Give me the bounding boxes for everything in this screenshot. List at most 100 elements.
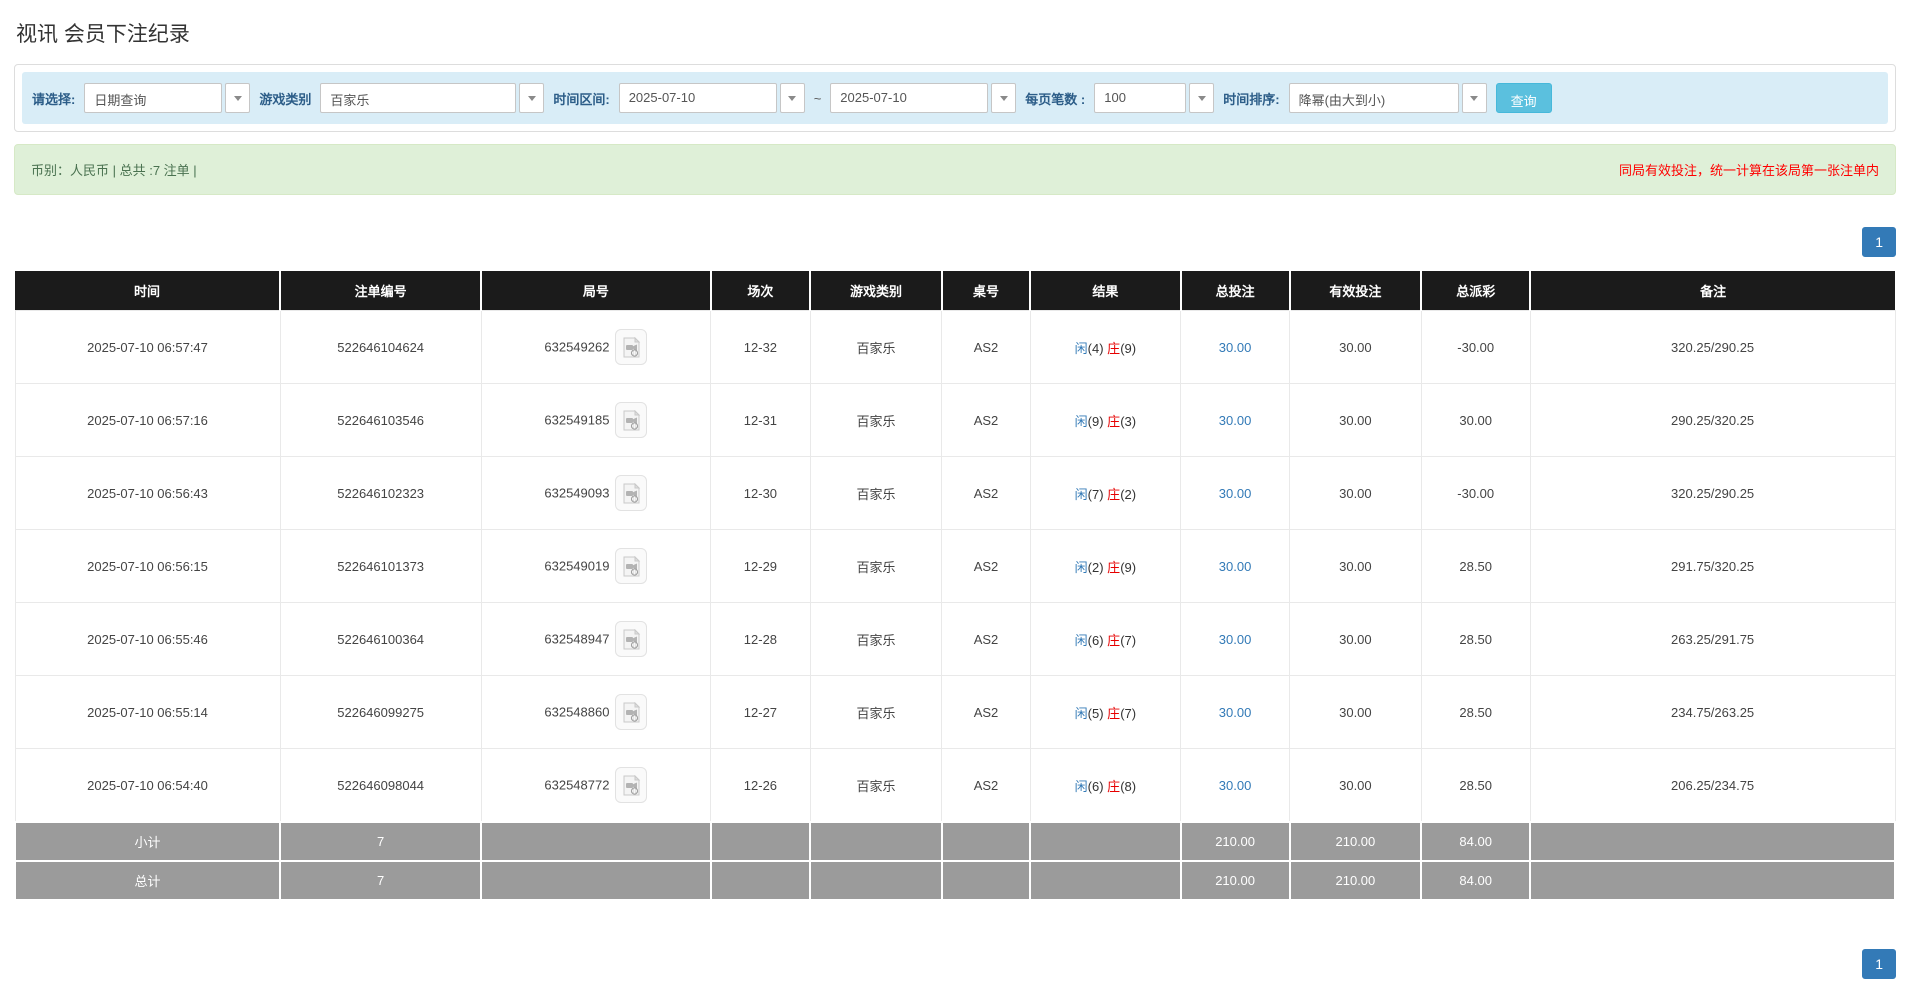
cell-game-type: 百家乐 (810, 749, 942, 823)
records-table: 时间注单编号局号场次游戏类别桌号结果总投注有效投注总派彩备注 2025-07-1… (14, 271, 1896, 901)
column-header-8: 有效投注 (1290, 271, 1422, 311)
video-replay-button[interactable] (615, 548, 647, 584)
video-replay-button[interactable] (615, 402, 647, 438)
result-player-label: 闲 (1075, 560, 1088, 575)
result-banker-value: (3) (1120, 414, 1136, 429)
cell-time: 2025-07-10 06:57:16 (15, 384, 280, 457)
search-button[interactable]: 查询 (1496, 83, 1552, 113)
date-from-value[interactable]: 2025-07-10 (619, 83, 777, 113)
table-row: 2025-07-10 06:55:46522646100364632548947… (15, 603, 1895, 676)
result-player-value: (5) (1088, 706, 1104, 721)
cell-result: 闲(4) 庄(9) (1030, 311, 1180, 384)
video-replay-button[interactable] (615, 621, 647, 657)
cell-payout: 28.50 (1421, 749, 1530, 823)
table-row: 2025-07-10 06:54:40522646098044632548772… (15, 749, 1895, 823)
game-type-select[interactable]: 百家乐 (320, 83, 544, 113)
cell-round: 632548947 (481, 603, 710, 676)
result-player-label: 闲 (1075, 341, 1088, 356)
subtotal-row-valid-bet: 210.00 (1290, 822, 1422, 861)
sort-order-value[interactable]: 降幂(由大到小) (1289, 83, 1459, 113)
column-header-10: 备注 (1530, 271, 1895, 311)
result-player-value: (7) (1088, 487, 1104, 502)
chevron-down-icon[interactable] (225, 83, 250, 113)
video-replay-button[interactable] (615, 475, 647, 511)
column-header-5: 桌号 (942, 271, 1030, 311)
column-header-1: 注单编号 (280, 271, 481, 311)
video-record-icon (622, 337, 641, 358)
cell-bet-id: 522646104624 (280, 311, 481, 384)
cell-game-type: 百家乐 (810, 311, 942, 384)
cell-payout: 28.50 (1421, 603, 1530, 676)
total-bet-link[interactable]: 30.00 (1219, 340, 1252, 355)
cell-valid-bet: 30.00 (1290, 457, 1422, 530)
result-banker-value: (7) (1120, 633, 1136, 648)
sort-order-select[interactable]: 降幂(由大到小) (1289, 83, 1487, 113)
chevron-down-icon[interactable] (1189, 83, 1214, 113)
total-bet-link[interactable]: 30.00 (1219, 778, 1252, 793)
cell-result: 闲(6) 庄(8) (1030, 749, 1180, 823)
cell-game-type: 百家乐 (810, 457, 942, 530)
summary-bar: 币别：人民币 | 总共 :7 注单 | 同局有效投注，统一计算在该局第一张注单内 (14, 144, 1896, 195)
chevron-down-icon[interactable] (1462, 83, 1487, 113)
column-header-3: 场次 (711, 271, 811, 311)
cell-time: 2025-07-10 06:57:47 (15, 311, 280, 384)
total-row-empty (1530, 861, 1895, 900)
round-number: 632549093 (544, 486, 609, 501)
subtotal-row-total-bet: 210.00 (1181, 822, 1290, 861)
result-banker-label: 庄 (1107, 706, 1120, 721)
total-bet-link[interactable]: 30.00 (1219, 632, 1252, 647)
page-button-1[interactable]: 1 (1862, 227, 1896, 257)
pagination-top: 1 (14, 227, 1896, 257)
cell-time: 2025-07-10 06:56:15 (15, 530, 280, 603)
game-type-value[interactable]: 百家乐 (320, 83, 516, 113)
total-bet-link[interactable]: 30.00 (1219, 705, 1252, 720)
result-banker-value: (2) (1120, 487, 1136, 502)
cell-round: 632549262 (481, 311, 710, 384)
table-row: 2025-07-10 06:56:15522646101373632549019… (15, 530, 1895, 603)
cell-result: 闲(2) 庄(9) (1030, 530, 1180, 603)
chevron-down-icon[interactable] (519, 83, 544, 113)
query-type-value[interactable]: 日期查询 (84, 83, 222, 113)
total-bet-link[interactable]: 30.00 (1219, 413, 1252, 428)
cell-game-type: 百家乐 (810, 676, 942, 749)
column-header-0: 时间 (15, 271, 280, 311)
video-replay-button[interactable] (615, 329, 647, 365)
cell-round: 632549185 (481, 384, 710, 457)
result-banker-value: (9) (1120, 560, 1136, 575)
result-banker-label: 庄 (1107, 341, 1120, 356)
page-size-select[interactable]: 100 (1094, 83, 1214, 113)
summary-notice: 同局有效投注，统一计算在该局第一张注单内 (1619, 160, 1879, 179)
chevron-down-icon[interactable] (991, 83, 1016, 113)
video-record-icon (622, 483, 641, 504)
cell-result: 闲(9) 庄(3) (1030, 384, 1180, 457)
date-to-select[interactable]: 2025-07-10 (830, 83, 1016, 113)
subtotal-row-payout: 84.00 (1421, 822, 1530, 861)
total-row-empty (1030, 861, 1180, 900)
page-button-1[interactable]: 1 (1862, 949, 1896, 979)
cell-total-bet: 30.00 (1181, 384, 1290, 457)
date-from-select[interactable]: 2025-07-10 (619, 83, 805, 113)
result-player-value: (9) (1088, 414, 1104, 429)
video-record-icon (622, 702, 641, 723)
query-type-label: 请选择: (32, 89, 75, 108)
cell-session: 12-30 (711, 457, 811, 530)
video-replay-button[interactable] (615, 694, 647, 730)
cell-remark: 290.25/320.25 (1530, 384, 1895, 457)
cell-payout: -30.00 (1421, 311, 1530, 384)
cell-remark: 263.25/291.75 (1530, 603, 1895, 676)
round-number: 632549262 (544, 340, 609, 355)
cell-total-bet: 30.00 (1181, 676, 1290, 749)
total-row-empty (810, 861, 942, 900)
video-replay-button[interactable] (615, 767, 647, 803)
total-bet-link[interactable]: 30.00 (1219, 486, 1252, 501)
date-to-value[interactable]: 2025-07-10 (830, 83, 988, 113)
total-bet-link[interactable]: 30.00 (1219, 559, 1252, 574)
chevron-down-icon[interactable] (780, 83, 805, 113)
video-record-icon (622, 410, 641, 431)
cell-table-no: AS2 (942, 530, 1030, 603)
cell-session: 12-27 (711, 676, 811, 749)
page-size-value[interactable]: 100 (1094, 83, 1186, 113)
cell-remark: 320.25/290.25 (1530, 311, 1895, 384)
query-type-select[interactable]: 日期查询 (84, 83, 250, 113)
column-header-2: 局号 (481, 271, 710, 311)
